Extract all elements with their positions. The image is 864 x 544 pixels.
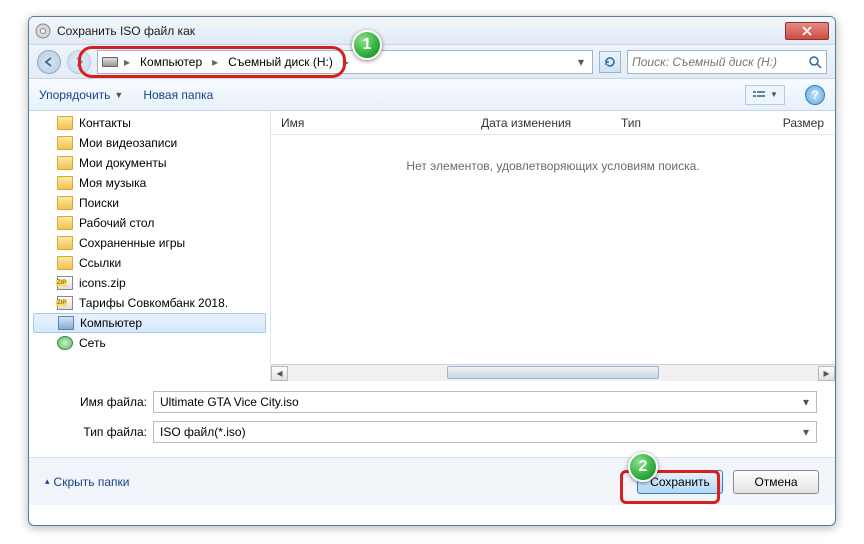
scroll-right-button[interactable]: ▸ [818, 366, 835, 381]
tree-item-label: Сохраненные игры [79, 236, 185, 250]
folder-icon [57, 176, 73, 190]
filename-label: Имя файла: [69, 395, 147, 409]
body: Контакты Мои видеозаписи Мои документы Моя … [29, 111, 835, 381]
dropdown-icon[interactable]: ▾ [574, 55, 588, 69]
horizontal-scrollbar[interactable]: ◂ ▸ [271, 364, 835, 381]
chevron-up-icon: ▴ [45, 476, 50, 487]
new-folder-button[interactable]: Новая папка [143, 88, 213, 102]
window-title: Сохранить ISO файл как [57, 24, 785, 38]
breadcrumb-drive[interactable]: Съемный диск (H:) [224, 55, 337, 69]
back-button[interactable] [37, 50, 61, 74]
zip-icon [57, 276, 73, 290]
folder-icon [57, 256, 73, 270]
breadcrumb-computer[interactable]: Компьютер [136, 55, 206, 69]
help-button[interactable]: ? [805, 85, 825, 105]
tree-item-label: Сеть [79, 336, 106, 350]
search-icon[interactable] [808, 55, 822, 69]
chevron-icon: ▸ [122, 55, 132, 69]
folder-icon [57, 156, 73, 170]
dropdown-icon[interactable]: ▾ [798, 424, 814, 440]
col-size[interactable]: Размер [721, 116, 835, 130]
filetype-label: Тип файла: [69, 425, 147, 439]
tree-item-label: Поиски [79, 196, 119, 210]
tree-item-label: icons.zip [79, 276, 126, 290]
column-headers[interactable]: Имя Дата изменения Тип Размер [271, 111, 835, 135]
folder-tree[interactable]: Контакты Мои видеозаписи Мои документы Моя … [29, 111, 271, 381]
tree-item[interactable]: icons.zip [29, 273, 270, 293]
dropdown-icon[interactable]: ▾ [798, 394, 814, 410]
folder-icon [57, 236, 73, 250]
tree-item-label: Ссылки [79, 256, 121, 270]
address-bar[interactable]: ▸ Компьютер ▸ Съемный диск (H:) ▸ ▾ [97, 50, 593, 74]
tree-item-label: Рабочий стол [79, 216, 154, 230]
address-row: ▸ Компьютер ▸ Съемный диск (H:) ▸ ▾ [29, 45, 835, 79]
col-modified[interactable]: Дата изменения [471, 116, 611, 130]
col-type[interactable]: Тип [611, 116, 721, 130]
view-options-button[interactable]: ▼ [745, 85, 785, 105]
tree-item[interactable]: Моя музыка [29, 173, 270, 193]
tree-item[interactable]: Контакты [29, 113, 270, 133]
tree-item[interactable]: Сеть [29, 333, 270, 353]
folder-icon [57, 136, 73, 150]
file-list-area: Имя Дата изменения Тип Размер Нет элемен… [271, 111, 835, 381]
search-box[interactable] [627, 50, 827, 74]
tree-item[interactable]: Рабочий стол [29, 213, 270, 233]
tree-item-label: Мои документы [79, 156, 166, 170]
tree-item[interactable]: Мои документы [29, 153, 270, 173]
filetype-select[interactable]: ISO файл(*.iso) ▾ [153, 421, 817, 443]
scroll-thumb[interactable] [447, 366, 659, 379]
chevron-icon: ▸ [341, 55, 351, 69]
chevron-down-icon: ▼ [114, 90, 123, 100]
refresh-button[interactable] [599, 51, 621, 73]
tree-item-label: Компьютер [80, 316, 142, 330]
tree-item-label: Моя музыка [79, 176, 146, 190]
toolbar: Упорядочить ▼ Новая папка ▼ ? [29, 79, 835, 111]
cancel-button[interactable]: Отмена [733, 470, 819, 494]
organize-button[interactable]: Упорядочить ▼ [39, 88, 123, 102]
empty-message: Нет элементов, удовлетворяющих условиям … [271, 135, 835, 364]
filetype-value: ISO файл(*.iso) [160, 425, 246, 439]
filename-value: Ultimate GTA Vice City.iso [160, 395, 299, 409]
tree-item[interactable]: Поиски [29, 193, 270, 213]
tree-item-label: Контакты [79, 116, 131, 130]
app-icon [35, 23, 51, 39]
search-input[interactable] [632, 55, 808, 69]
filename-input[interactable]: Ultimate GTA Vice City.iso ▾ [153, 391, 817, 413]
tree-item[interactable]: Тарифы Совкомбанк 2018. [29, 293, 270, 313]
scroll-left-button[interactable]: ◂ [271, 366, 288, 381]
forward-button[interactable] [67, 50, 91, 74]
tree-item-label: Мои видеозаписи [79, 136, 177, 150]
folder-icon [57, 116, 73, 130]
folder-icon [57, 216, 73, 230]
tree-item[interactable]: Компьютер [33, 313, 266, 333]
hide-folders-button[interactable]: ▴ Скрыть папки [45, 475, 129, 489]
tree-item[interactable]: Ссылки [29, 253, 270, 273]
close-button[interactable] [785, 22, 829, 40]
pc-icon [58, 316, 74, 330]
net-icon [57, 336, 73, 350]
tree-item[interactable]: Сохраненные игры [29, 233, 270, 253]
annotation-badge-1: 1 [352, 30, 382, 60]
form-area: Имя файла: Ultimate GTA Vice City.iso ▾ … [29, 381, 835, 457]
zip-icon [57, 296, 73, 310]
save-dialog-window: Сохранить ISO файл как ▸ Компьютер ▸ Съе… [28, 16, 836, 526]
tree-item[interactable]: Мои видеозаписи [29, 133, 270, 153]
col-name[interactable]: Имя [271, 116, 471, 130]
tree-item-label: Тарифы Совкомбанк 2018. [79, 296, 228, 310]
folder-icon [57, 196, 73, 210]
scroll-track[interactable] [288, 366, 818, 381]
footer: ▴ Скрыть папки Сохранить Отмена [29, 457, 835, 505]
titlebar[interactable]: Сохранить ISO файл как [29, 17, 835, 45]
annotation-badge-2: 2 [628, 452, 658, 482]
chevron-icon: ▸ [210, 55, 220, 69]
drive-icon [102, 57, 118, 67]
